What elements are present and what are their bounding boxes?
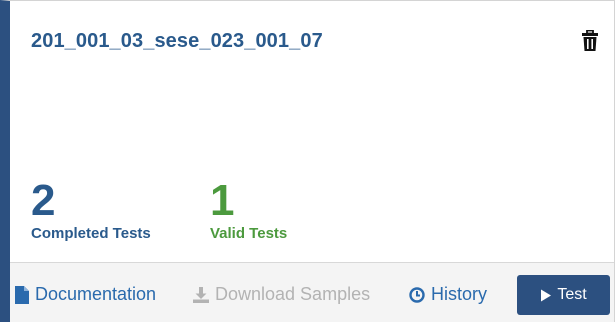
play-icon: [541, 289, 552, 301]
valid-tests-count: 1: [210, 176, 235, 225]
delete-button[interactable]: [580, 29, 600, 52]
completed-tests-count: 2: [31, 176, 56, 225]
trash-icon: [582, 29, 598, 51]
test-button-label: Test: [557, 286, 587, 303]
download-samples-label: Download Samples: [215, 284, 371, 304]
clock-icon: [409, 286, 425, 303]
download-icon: [193, 286, 209, 303]
history-link[interactable]: History: [409, 284, 487, 305]
file-icon: [15, 285, 29, 304]
history-label: History: [431, 284, 488, 304]
documentation-link[interactable]: Documentation: [15, 284, 156, 305]
download-samples-link: Download Samples: [193, 284, 370, 305]
valid-tests-stat: 1 Valid Tests: [210, 176, 288, 243]
completed-tests-stat: 2 Completed Tests: [31, 176, 151, 243]
documentation-label: Documentation: [35, 284, 157, 304]
card-footer: Documentation Download Samples History T…: [10, 262, 614, 322]
test-button[interactable]: Test: [517, 275, 610, 315]
test-card: 201_001_03_sese_023_001_07 2 Completed T…: [0, 0, 615, 322]
completed-tests-label: Completed Tests: [31, 225, 151, 242]
valid-tests-label: Valid Tests: [210, 225, 288, 242]
card-title: 201_001_03_sese_023_001_07: [31, 30, 323, 52]
